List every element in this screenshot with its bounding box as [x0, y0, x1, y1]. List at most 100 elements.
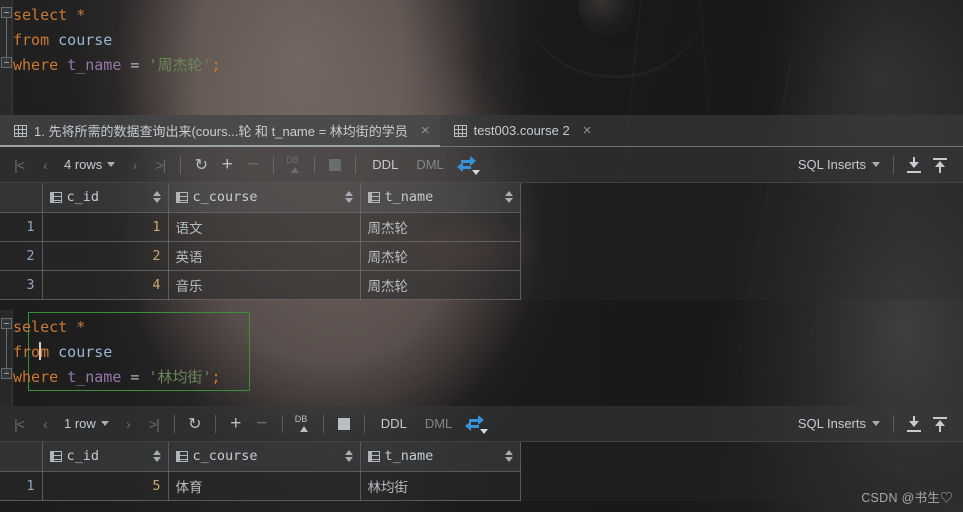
results-tab-query-1[interactable]: 1. 先将所需的数据查询出来(cours...轮 和 t_name = 林均街的… — [0, 115, 440, 147]
column-header-c_course[interactable]: c_course — [168, 442, 361, 472]
last-page-icon[interactable]: >| — [141, 411, 167, 437]
csdn-watermark: CSDN @书生♡ — [861, 491, 953, 505]
sql-string-literal: '林均街' — [148, 368, 212, 386]
row-count-label: 1 row — [64, 416, 96, 431]
cell-c_course[interactable]: 英语 — [168, 241, 361, 271]
sort-icon[interactable] — [344, 191, 353, 204]
arrow-head — [909, 420, 919, 427]
upload-icon[interactable] — [927, 411, 953, 437]
sql-editor-bottom[interactable]: select * from course where t_name = '林均街… — [0, 310, 963, 406]
arrow-base — [907, 429, 921, 432]
column-header-t_name[interactable]: t_name — [360, 442, 521, 472]
upload-icon[interactable] — [927, 152, 953, 178]
cell-c_course[interactable]: 语文 — [168, 212, 361, 242]
add-row-icon[interactable]: + — [223, 411, 249, 437]
dml-button[interactable]: DML — [416, 416, 461, 431]
results-tab-course-2[interactable]: test003.course 2 × — [440, 115, 602, 146]
chevron-down-icon — [872, 421, 880, 426]
editor-code-top[interactable]: select * from course where t_name = '周杰轮… — [0, 3, 963, 78]
column-header-c_id[interactable]: c_id — [42, 183, 169, 213]
refresh-icon[interactable]: ↻ — [182, 411, 208, 437]
cell-c_id[interactable]: 1 — [42, 212, 169, 242]
db-submit-icon[interactable]: DB — [290, 411, 316, 437]
cell-c_id[interactable]: 5 — [42, 471, 169, 501]
cell-c_id[interactable]: 4 — [42, 270, 169, 300]
remove-row-icon[interactable]: − — [249, 411, 275, 437]
chevron-down-icon — [107, 162, 116, 167]
arrow-right-head — [478, 415, 485, 425]
sort-icon[interactable] — [344, 450, 353, 463]
last-page-icon[interactable]: >| — [147, 152, 173, 178]
results-grid-top[interactable]: c_id c_course t_name 1 1 语文 周杰轮 2 2 英语 周… — [0, 183, 521, 300]
close-icon[interactable]: × — [421, 123, 430, 138]
column-icon — [49, 191, 62, 203]
editor-code-bottom[interactable]: select * from course where t_name = '林均街… — [0, 315, 963, 390]
sort-icon[interactable] — [504, 450, 513, 463]
row-count-dropdown[interactable]: 4 rows — [58, 157, 121, 172]
db-submit-icon[interactable]: DB — [281, 152, 307, 178]
column-header-c_id[interactable]: c_id — [42, 442, 169, 472]
first-page-icon[interactable]: |< — [6, 411, 32, 437]
grid-icon — [453, 124, 467, 137]
export-format-dropdown[interactable]: SQL Inserts — [792, 157, 886, 172]
dml-button[interactable]: DML — [407, 157, 452, 172]
refresh-icon[interactable]: ↻ — [188, 152, 214, 178]
export-format-dropdown[interactable]: SQL Inserts — [792, 416, 886, 431]
download-icon[interactable] — [901, 152, 927, 178]
prev-page-icon[interactable]: ‹ — [32, 152, 58, 178]
prev-page-icon[interactable]: ‹ — [32, 411, 58, 437]
close-icon[interactable]: × — [583, 123, 592, 138]
row-number: 1 — [0, 212, 43, 242]
cell-t_name[interactable]: 周杰轮 — [360, 212, 521, 242]
code-line: where t_name = '林均街'; — [13, 365, 963, 390]
sort-icon[interactable] — [152, 450, 161, 463]
sql-keyword: where — [13, 56, 59, 74]
cell-c_course[interactable]: 音乐 — [168, 270, 361, 300]
row-count-dropdown[interactable]: 1 row — [58, 416, 115, 431]
add-row-icon[interactable]: + — [214, 152, 240, 178]
toolbar-divider — [314, 155, 316, 174]
transpose-icon[interactable] — [453, 152, 481, 178]
column-icon — [367, 450, 380, 462]
sort-icon[interactable] — [504, 191, 513, 204]
cell-c_course[interactable]: 体育 — [168, 471, 361, 501]
chevron-down-icon — [100, 421, 109, 426]
next-page-icon[interactable]: › — [115, 411, 141, 437]
sort-icon[interactable] — [152, 191, 161, 204]
first-page-icon[interactable]: |< — [6, 152, 32, 178]
sql-keyword: select — [13, 318, 68, 336]
cell-t_name[interactable]: 周杰轮 — [360, 241, 521, 271]
stop-icon[interactable] — [322, 152, 348, 178]
table-row[interactable]: 2 2 英语 周杰轮 — [0, 241, 521, 271]
code-line: from course — [13, 340, 963, 365]
sql-editor-top[interactable]: select * from course where t_name = '周杰轮… — [0, 0, 963, 115]
db-label: DB — [286, 154, 299, 165]
stop-icon[interactable] — [331, 411, 357, 437]
db-label: DB — [294, 413, 308, 424]
download-icon[interactable] — [901, 411, 927, 437]
cell-t_name[interactable]: 周杰轮 — [360, 270, 521, 300]
results-grid-bottom[interactable]: c_id c_course t_name 1 5 体育 林均街 — [0, 442, 521, 501]
remove-row-icon[interactable]: − — [240, 152, 266, 178]
table-row[interactable]: 1 1 语文 周杰轮 — [0, 212, 521, 242]
cell-t_name[interactable]: 林均街 — [360, 471, 521, 501]
next-page-icon[interactable]: › — [121, 152, 147, 178]
chevron-down-icon — [471, 169, 480, 175]
arrow-stem — [939, 423, 941, 432]
ddl-button[interactable]: DDL — [372, 416, 416, 431]
cell-c_id[interactable]: 2 — [42, 241, 169, 271]
arrow-left-head — [465, 421, 472, 431]
sql-keyword: from — [13, 31, 50, 49]
column-header-t_name[interactable]: t_name — [360, 183, 521, 213]
toolbar-divider — [173, 414, 175, 433]
table-row[interactable]: 3 4 音乐 周杰轮 — [0, 270, 521, 300]
column-header-c_course[interactable]: c_course — [168, 183, 361, 213]
table-row[interactable]: 1 5 体育 林均街 — [0, 471, 521, 501]
column-header-label: c_course — [192, 448, 258, 465]
up-arrow — [291, 166, 300, 173]
transpose-icon[interactable] — [461, 411, 489, 437]
toolbar-divider — [893, 414, 894, 433]
ddl-button[interactable]: DDL — [363, 157, 407, 172]
